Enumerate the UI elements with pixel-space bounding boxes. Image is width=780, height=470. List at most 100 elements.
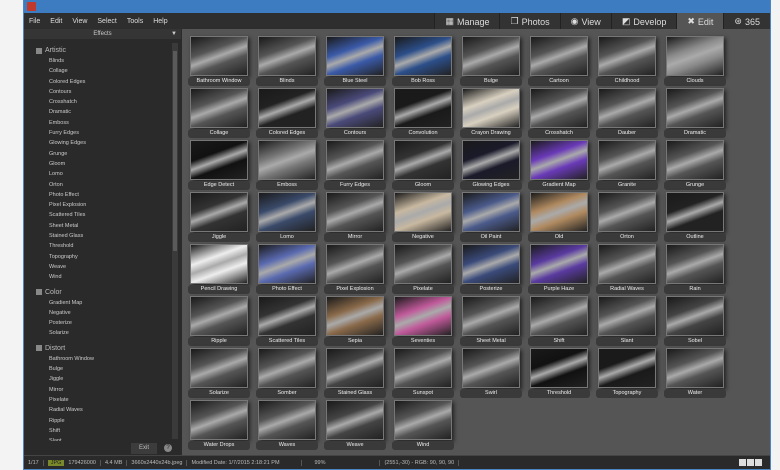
effect-preview-image[interactable] [462, 192, 520, 232]
effect-thumbnail[interactable]: Grunge [664, 140, 726, 190]
effect-preview-image[interactable] [462, 244, 520, 284]
tab-view[interactable]: ◉ View [559, 13, 611, 30]
effect-preview-image[interactable] [394, 400, 452, 440]
effect-preview-image[interactable] [666, 348, 724, 388]
sidebar-effect-item[interactable]: Negative [24, 308, 172, 318]
effect-preview-image[interactable] [530, 244, 588, 284]
effect-thumbnail[interactable]: Gradient Map [528, 140, 590, 190]
group-distort[interactable]: Distort [24, 343, 172, 354]
sidebar-effect-item[interactable]: Gloom [24, 159, 172, 169]
sidebar-effect-item[interactable]: Sheet Metal [24, 221, 172, 231]
effect-thumbnail[interactable]: Photo Effect [256, 244, 318, 294]
sidebar-effect-item[interactable]: Furry Edges [24, 128, 172, 138]
effect-thumbnail[interactable]: Swirl [460, 348, 522, 398]
square-icon[interactable] [739, 459, 746, 466]
sidebar-effect-item[interactable]: Orton [24, 180, 172, 190]
effect-thumbnail[interactable]: Edge Detect [188, 140, 250, 190]
effect-thumbnail[interactable]: Wind [392, 400, 454, 450]
effect-thumbnail[interactable]: Rain [664, 244, 726, 294]
effect-thumbnail[interactable]: Bathroom Window [188, 36, 250, 86]
tab-develop[interactable]: ◩ Develop [610, 13, 677, 30]
effect-thumbnail[interactable]: Pixelate [392, 244, 454, 294]
effect-preview-image[interactable] [394, 244, 452, 284]
sidebar-effect-item[interactable]: Photo Effect [24, 190, 172, 200]
effect-thumbnail[interactable]: Solarize [188, 348, 250, 398]
effect-thumbnail[interactable]: Scattered Tiles [256, 296, 318, 346]
effect-preview-image[interactable] [190, 140, 248, 180]
effect-thumbnail[interactable]: Sepia [324, 296, 386, 346]
sidebar-effect-item[interactable]: Emboss [24, 118, 172, 128]
effect-thumbnail[interactable]: Orton [596, 192, 658, 242]
effect-thumbnail[interactable]: Clouds [664, 36, 726, 86]
effect-thumbnail[interactable]: Collage [188, 88, 250, 138]
sidebar-effect-item[interactable]: Lomo [24, 169, 172, 179]
sidebar-effect-item[interactable]: Slant [24, 436, 172, 441]
effect-preview-image[interactable] [598, 296, 656, 336]
help-icon[interactable]: ? [164, 444, 172, 452]
sidebar-scroll-thumb[interactable] [173, 51, 177, 251]
effect-preview-image[interactable] [598, 192, 656, 232]
half-square-icon[interactable] [747, 459, 754, 466]
effect-thumbnail[interactable]: Topography [596, 348, 658, 398]
sidebar-effect-item[interactable]: Stained Glass [24, 231, 172, 241]
effect-preview-image[interactable] [326, 296, 384, 336]
sidebar-effect-item[interactable]: Ripple [24, 416, 172, 426]
effect-thumbnail[interactable]: Pixel Explosion [324, 244, 386, 294]
effect-preview-image[interactable] [326, 36, 384, 76]
effect-preview-image[interactable] [666, 192, 724, 232]
effect-preview-image[interactable] [598, 36, 656, 76]
effect-thumbnail[interactable]: Negative [392, 192, 454, 242]
sidebar-effect-item[interactable]: Collage [24, 66, 172, 76]
effect-preview-image[interactable] [462, 36, 520, 76]
effect-thumbnail[interactable]: Bob Ross [392, 36, 454, 86]
effect-preview-image[interactable] [666, 88, 724, 128]
effect-thumbnail[interactable]: Posterize [460, 244, 522, 294]
effect-thumbnail[interactable]: Bulge [460, 36, 522, 86]
menu-file[interactable]: File [24, 18, 45, 25]
sidebar-effect-item[interactable]: Pixelate [24, 395, 172, 405]
tab-365[interactable]: ⊛ 365 [723, 13, 770, 30]
effect-preview-image[interactable] [326, 400, 384, 440]
effect-preview-image[interactable] [326, 88, 384, 128]
sidebar-effect-item[interactable]: Wind [24, 272, 172, 282]
effect-preview-image[interactable] [530, 36, 588, 76]
exit-button[interactable]: Exit [131, 443, 157, 454]
effect-thumbnail[interactable]: Colored Edges [256, 88, 318, 138]
effect-preview-image[interactable] [190, 36, 248, 76]
effect-preview-image[interactable] [258, 88, 316, 128]
effect-thumbnail[interactable]: Blue Steel [324, 36, 386, 86]
group-artistic[interactable]: Artistic [24, 45, 172, 56]
sidebar-effect-item[interactable]: Shift [24, 426, 172, 436]
effect-preview-image[interactable] [326, 348, 384, 388]
effect-preview-image[interactable] [258, 192, 316, 232]
effect-preview-image[interactable] [326, 192, 384, 232]
effect-preview-image[interactable] [598, 88, 656, 128]
tab-photos[interactable]: ❐ Photos [499, 13, 560, 30]
effect-preview-image[interactable] [258, 296, 316, 336]
tab-edit[interactable]: ✖ Edit [676, 13, 724, 30]
effect-thumbnail[interactable]: Water [664, 348, 726, 398]
effect-thumbnail[interactable]: Water Drops [188, 400, 250, 450]
effect-preview-image[interactable] [258, 140, 316, 180]
effect-preview-image[interactable] [598, 140, 656, 180]
check-icon[interactable] [755, 459, 762, 466]
effect-thumbnail[interactable]: Dauber [596, 88, 658, 138]
effect-preview-image[interactable] [394, 140, 452, 180]
effect-preview-image[interactable] [394, 296, 452, 336]
sidebar-effect-item[interactable]: Jiggle [24, 374, 172, 384]
sidebar-effect-item[interactable]: Bulge [24, 364, 172, 374]
effect-preview-image[interactable] [462, 88, 520, 128]
effect-thumbnail[interactable]: Sobel [664, 296, 726, 346]
effect-thumbnail[interactable]: Purple Haze [528, 244, 590, 294]
effect-preview-image[interactable] [190, 348, 248, 388]
group-color[interactable]: Color [24, 287, 172, 298]
effect-preview-image[interactable] [258, 36, 316, 76]
effect-thumbnail[interactable]: Emboss [256, 140, 318, 190]
effect-preview-image[interactable] [666, 296, 724, 336]
effect-thumbnail[interactable]: Lomo [256, 192, 318, 242]
effect-thumbnail[interactable]: Somber [256, 348, 318, 398]
menu-help[interactable]: Help [148, 18, 172, 25]
sidebar-effect-item[interactable]: Radial Waves [24, 405, 172, 415]
sidebar-effect-item[interactable]: Pixel Explosion [24, 200, 172, 210]
sidebar-effect-item[interactable]: Mirror [24, 385, 172, 395]
